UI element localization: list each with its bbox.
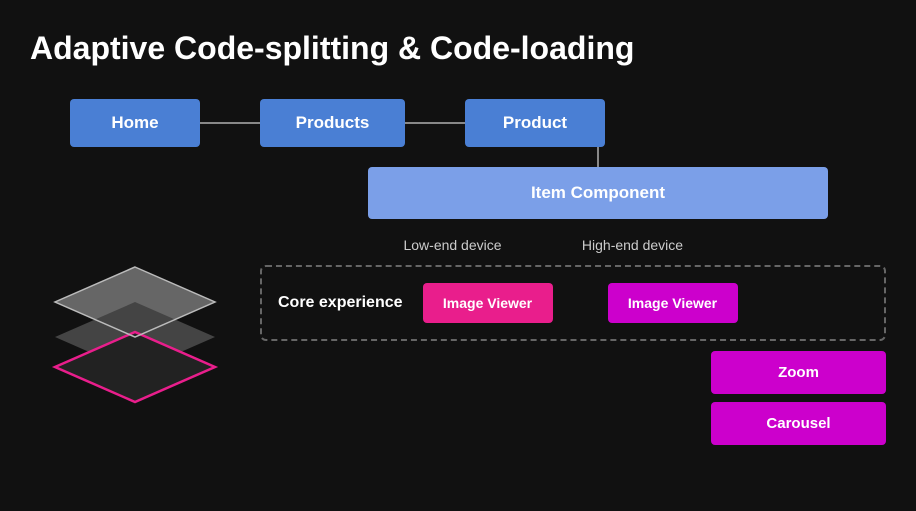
carousel-box: Carousel: [711, 402, 886, 445]
zoom-box: Zoom: [711, 351, 886, 394]
device-labels: Low-end device High-end device: [360, 237, 886, 253]
page-title: Adaptive Code-splitting & Code-loading: [30, 30, 886, 67]
lower-section: Low-end device High-end device Core expe…: [30, 237, 886, 445]
layers-svg: [30, 247, 240, 417]
right-panel: Low-end device High-end device Core expe…: [260, 237, 886, 445]
high-end-label: High-end device: [545, 237, 720, 253]
page: Adaptive Code-splitting & Code-loading H…: [0, 0, 916, 511]
core-experience-label: Core experience: [278, 294, 403, 312]
route-products: Products: [260, 99, 405, 147]
low-end-label: Low-end device: [360, 237, 545, 253]
extra-features-container: Zoom Carousel: [260, 351, 886, 445]
connector-products-product: [405, 122, 465, 124]
viewer-boxes: Image Viewer Image Viewer: [423, 283, 738, 323]
item-component-box: Item Component: [368, 167, 828, 219]
vertical-connector: [597, 147, 599, 167]
route-row: Home Products Product: [70, 99, 886, 147]
item-component-row: Item Component: [310, 147, 886, 219]
connector-home-products: [200, 122, 260, 124]
image-viewer-low: Image Viewer: [423, 283, 553, 323]
image-viewer-high: Image Viewer: [608, 283, 738, 323]
route-product: Product: [465, 99, 605, 147]
core-experience-container: Core experience Image Viewer Image Viewe…: [260, 265, 886, 341]
route-home: Home: [70, 99, 200, 147]
stack-icon: [30, 247, 250, 407]
